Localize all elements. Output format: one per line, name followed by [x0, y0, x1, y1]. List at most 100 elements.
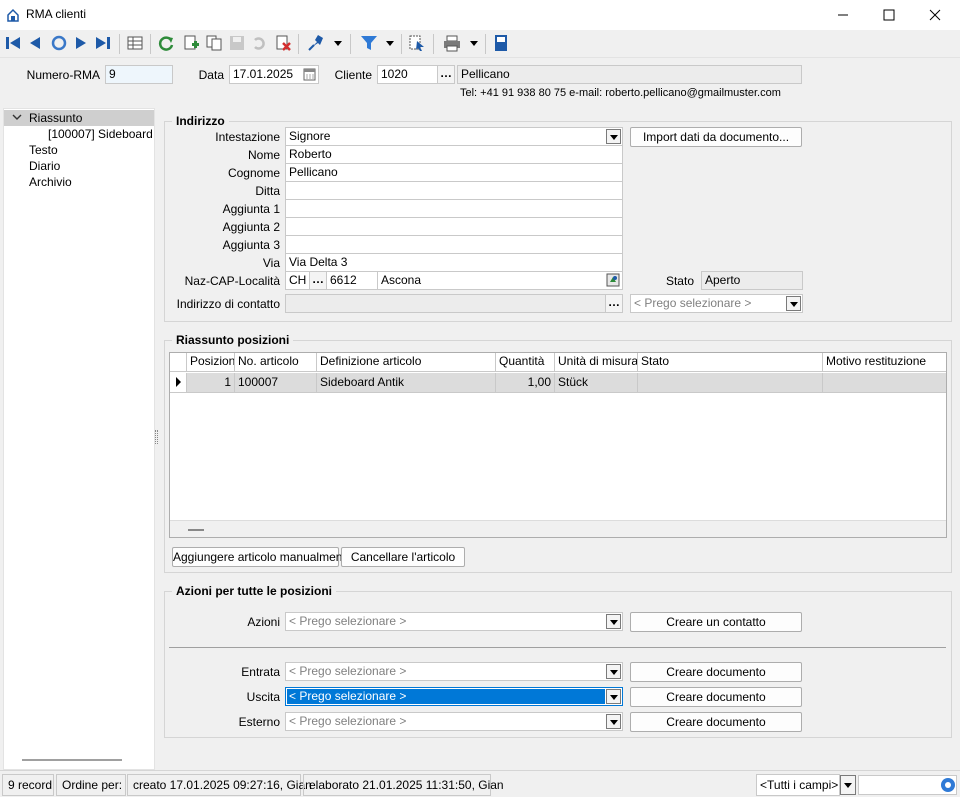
chevron-down-icon[interactable]	[606, 664, 621, 679]
search-icon[interactable]	[940, 777, 956, 793]
status-bar: 9 record Ordine per: creato 17.01.2025 0…	[0, 770, 960, 797]
add-article-button[interactable]: Aggiungere articolo manualmente...	[172, 547, 362, 567]
column-header[interactable]: Quantità	[496, 353, 555, 372]
create-contact-button[interactable]: Creare un contatto	[630, 612, 802, 632]
esterno-select[interactable]: < Prego selezionare >	[285, 712, 623, 731]
cap-field[interactable]: 6612	[326, 271, 378, 290]
calendar-icon[interactable]	[303, 68, 316, 81]
aggiunta-2-field[interactable]	[285, 217, 623, 236]
undo-icon[interactable]	[250, 34, 268, 52]
tree-item-archivio[interactable]: Archivio	[29, 174, 72, 190]
reload-icon[interactable]	[157, 34, 175, 52]
copy-record-icon[interactable]	[205, 34, 223, 52]
create-document-esterno-button[interactable]: Creare documento	[630, 712, 802, 732]
column-header[interactable]: No. articolo	[235, 353, 317, 372]
grid-scrollbar[interactable]	[170, 520, 946, 537]
table-cell[interactable]: 1	[187, 373, 235, 393]
azioni-value: < Prego selezionare >	[289, 614, 407, 628]
table-cell[interactable]: Stück	[555, 373, 638, 393]
first-record-icon[interactable]	[4, 34, 22, 52]
filter-dropdown-icon[interactable]	[386, 41, 394, 47]
contact-address-label: Indirizzo di contatto	[176, 297, 280, 311]
splitter-handle[interactable]	[155, 430, 158, 444]
column-header[interactable]: Motivo restituzione	[823, 353, 946, 372]
via-field[interactable]: Via Delta 3	[285, 253, 623, 272]
print-dropdown-icon[interactable]	[470, 41, 478, 47]
create-document-uscita-button[interactable]: Creare documento	[630, 687, 802, 707]
table-cell[interactable]: 100007	[235, 373, 317, 393]
column-header[interactable]: Definizione articolo	[317, 353, 496, 372]
tree-item-position[interactable]: [100007] Sideboard A	[48, 126, 154, 142]
previous-record-icon[interactable]	[26, 34, 44, 52]
save-icon[interactable]	[228, 34, 246, 52]
delete-record-icon[interactable]	[274, 34, 292, 52]
country-lookup-button[interactable]: …	[309, 272, 326, 289]
chevron-down-icon[interactable]	[606, 714, 621, 729]
contact-lookup-button[interactable]: …	[605, 295, 622, 312]
pin-dropdown-icon[interactable]	[334, 41, 342, 47]
nome-field[interactable]: Roberto	[285, 145, 623, 164]
entrata-select[interactable]: < Prego selezionare >	[285, 662, 623, 681]
new-record-icon[interactable]	[182, 34, 200, 52]
maximize-button[interactable]	[866, 0, 912, 30]
naz-cap-localita-label: Naz-CAP-Località	[184, 274, 280, 288]
contact-select[interactable]: < Prego selezionare >	[630, 294, 803, 313]
search-fields-dropdown[interactable]	[840, 775, 856, 795]
country-field[interactable]: CH …	[285, 271, 327, 290]
ditta-field[interactable]	[285, 181, 623, 200]
table-cell[interactable]	[638, 373, 823, 393]
scrollbar-thumb[interactable]	[188, 529, 204, 531]
aggiunta-3-field[interactable]	[285, 235, 623, 254]
column-header[interactable]: Unità di misura	[555, 353, 638, 372]
intestazione-select[interactable]: Signore	[285, 127, 623, 146]
chevron-down-icon[interactable]	[606, 614, 621, 629]
column-header[interactable]: Posizione	[187, 353, 235, 372]
contact-address-field[interactable]: …	[285, 294, 623, 313]
table-cell[interactable]: 1,00	[496, 373, 555, 393]
document-icon[interactable]	[492, 34, 510, 52]
cognome-field[interactable]: Pellicano	[285, 163, 623, 182]
last-record-icon[interactable]	[94, 34, 112, 52]
sort-order[interactable]: Ordine per:	[56, 774, 126, 796]
delete-article-button[interactable]: Cancellare l'articolo	[341, 547, 465, 567]
rma-number-field[interactable]: 9	[105, 65, 173, 84]
next-record-icon[interactable]	[72, 34, 90, 52]
tree-scrollbar[interactable]	[22, 759, 122, 761]
chevron-down-icon[interactable]	[606, 129, 621, 144]
map-icon[interactable]	[606, 273, 620, 287]
create-document-entrata-button[interactable]: Creare documento	[630, 662, 802, 682]
chevron-down-icon	[844, 783, 852, 788]
close-button[interactable]	[912, 0, 958, 30]
row-indicator[interactable]	[170, 373, 187, 393]
aggiunta-2-label: Aggiunta 2	[222, 220, 280, 234]
uscita-select[interactable]: < Prego selezionare >	[285, 687, 623, 706]
import-data-button[interactable]: Import dati da documento...	[630, 127, 802, 147]
navigation-tree: Riassunto [100007] Sideboard A Testo Dia…	[3, 108, 155, 770]
pin-icon[interactable]	[307, 34, 325, 52]
minimize-button[interactable]	[820, 0, 866, 30]
localita-field[interactable]: Ascona	[377, 271, 623, 290]
select-icon[interactable]	[408, 34, 426, 52]
client-number-field[interactable]: 1020 …	[377, 65, 455, 84]
tree-item-riassunto[interactable]: Riassunto	[29, 110, 82, 126]
filter-icon[interactable]	[360, 34, 378, 52]
tree-item-diario[interactable]: Diario	[29, 158, 60, 174]
intestazione-value: Signore	[289, 129, 331, 143]
aggiunta-1-field[interactable]	[285, 199, 623, 218]
chevron-down-icon[interactable]	[786, 296, 801, 311]
azioni-select[interactable]: < Prego selezionare >	[285, 612, 623, 631]
table-cell[interactable]	[823, 373, 946, 393]
table-cell[interactable]: Sideboard Antik	[317, 373, 496, 393]
client-lookup-button[interactable]: …	[437, 66, 454, 83]
date-field[interactable]: 17.01.2025	[229, 65, 319, 84]
refresh-record-icon[interactable]	[50, 34, 68, 52]
search-fields-select[interactable]: <Tutti i campi>	[756, 774, 840, 796]
toolbar-separator	[119, 34, 120, 54]
column-header[interactable]: Stato	[638, 353, 823, 372]
table-view-icon[interactable]	[126, 34, 144, 52]
tree-expand-icon[interactable]	[12, 114, 22, 122]
cognome-label: Cognome	[227, 166, 280, 180]
chevron-down-icon[interactable]	[606, 689, 621, 704]
tree-item-testo[interactable]: Testo	[29, 142, 58, 158]
print-icon[interactable]	[443, 34, 461, 52]
